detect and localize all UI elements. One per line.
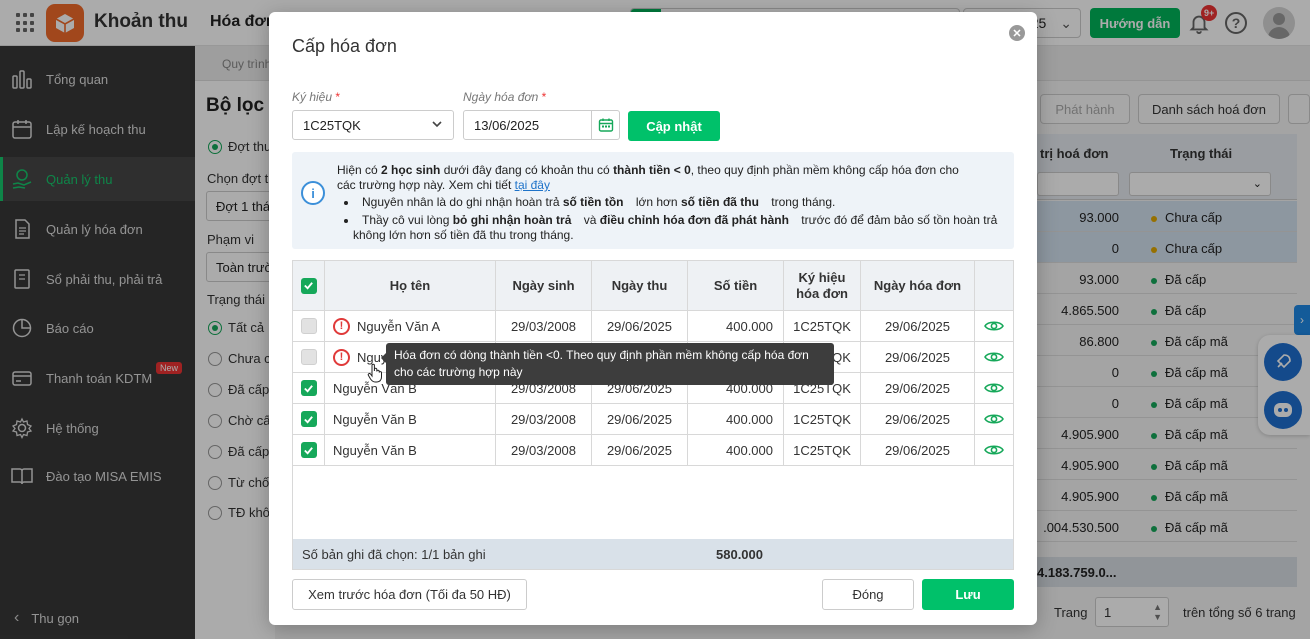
column-header: Ký hiệu hóa đơn [784, 261, 861, 310]
checkbox-cell [293, 311, 325, 341]
notice-line: các trường hợp này. Xem chi tiết tại đây [337, 178, 550, 192]
selected-count: Số bản ghi đã chọn: 1/1 bản ghi [302, 547, 486, 562]
symbol-cell: 1C25TQK [784, 435, 861, 465]
checkbox-cell [293, 404, 325, 434]
checkbox-cell [293, 342, 325, 372]
row-checkbox[interactable] [300, 442, 317, 458]
symbol-cell: 1C25TQK [784, 404, 861, 434]
checkbox-cell [293, 435, 325, 465]
dob-cell: 29/03/2008 [496, 311, 592, 341]
table-row[interactable]: Nguyễn Văn B 29/03/2008 29/06/2025 400.000 1… [293, 404, 1013, 435]
amount-cell: 400.000 [688, 435, 784, 465]
eye-icon[interactable] [975, 404, 1013, 434]
table-header: Họ tên Ngày sinh Ngày thu Số tiền Ký hiệ… [293, 261, 1013, 311]
name-cell: ! Nguyễn Văn A [325, 311, 496, 341]
amount-cell: 400.000 [688, 311, 784, 341]
warning-notice: i Hiện có 2 học sinh dưới đây đang có kh… [292, 152, 1014, 249]
column-header: Ngày thu [592, 261, 688, 310]
chevron-down-icon [431, 118, 443, 133]
paid-date-cell: 29/06/2025 [592, 404, 688, 434]
amount-cell: 400.000 [688, 404, 784, 434]
date-label: Ngày hóa đơn * [463, 90, 547, 104]
save-button[interactable]: Lưu [922, 579, 1014, 610]
invoice-date-cell: 29/06/2025 [861, 404, 975, 434]
calendar-icon[interactable] [591, 111, 619, 139]
table-row[interactable]: Nguyễn Văn B 29/03/2008 29/06/2025 400.000 1… [293, 435, 1013, 466]
student-name: Nguyễn Văn B [333, 411, 417, 427]
checkbox-cell [293, 373, 325, 403]
close-icon[interactable]: ✕ [1009, 25, 1025, 41]
notice-line: Hiện có 2 học sinh dưới đây đang có khoả… [337, 163, 959, 177]
column-header-actions [975, 261, 1013, 310]
row-checkbox[interactable] [300, 411, 317, 427]
dialog-title: Cấp hóa đơn [292, 36, 397, 56]
paid-date-cell: 29/06/2025 [592, 311, 688, 341]
student-table: Họ tên Ngày sinh Ngày thu Số tiền Ký hiệ… [292, 260, 1014, 570]
eye-icon[interactable] [975, 435, 1013, 465]
student-name: Nguyễn Văn B [333, 442, 417, 458]
row-checkbox[interactable] [300, 380, 317, 396]
name-cell: Nguyễn Văn B [325, 435, 496, 465]
info-icon: i [301, 181, 325, 205]
symbol-cell: 1C25TQK [784, 311, 861, 341]
hand-cursor-icon [367, 363, 382, 383]
eye-icon[interactable] [975, 373, 1013, 403]
invoice-date-cell: 29/06/2025 [861, 373, 975, 403]
row-checkbox[interactable] [300, 318, 317, 334]
symbol-select[interactable]: 1C25TQK [292, 110, 454, 140]
column-header: Số tiền [688, 261, 784, 310]
issue-invoice-dialog: Cấp hóa đơn ✕ Ký hiệu * Ngày hóa đơn * 1… [269, 12, 1037, 625]
column-header: Họ tên [325, 261, 496, 310]
close-button[interactable]: Đóng [822, 579, 914, 610]
table-footer: Số bản ghi đã chọn: 1/1 bản ghi 580.000 [293, 539, 1013, 569]
select-all-cell [293, 261, 325, 310]
notice-bullet: Nguyên nhân là do ghi nhận hoàn trả số t… [344, 195, 835, 209]
invoice-date-cell: 29/06/2025 [861, 311, 975, 341]
dob-cell: 29/03/2008 [496, 435, 592, 465]
name-cell: Nguyễn Văn B [325, 404, 496, 434]
warning-icon[interactable]: ! [333, 348, 350, 366]
eye-icon[interactable] [975, 342, 1013, 372]
preview-invoice-button[interactable]: Xem trước hóa đơn (Tối đa 50 HĐ) [292, 579, 527, 610]
warning-tooltip: Hóa đơn có dòng thành tiền <0. Theo quy … [381, 343, 834, 385]
column-header: Ngày sinh [496, 261, 592, 310]
column-header: Ngày hóa đơn [861, 261, 975, 310]
invoice-date-cell: 29/06/2025 [861, 435, 975, 465]
row-checkbox[interactable] [300, 349, 317, 365]
footer-total: 580.000 [716, 547, 763, 562]
student-name: Nguyễn Văn A [357, 318, 441, 334]
symbol-label: Ký hiệu * [292, 90, 341, 104]
select-all-checkbox[interactable] [300, 277, 317, 294]
dob-cell: 29/03/2008 [496, 404, 592, 434]
notice-line: không lớn hơn số tiền đã thu trong tháng… [353, 228, 574, 242]
paid-date-cell: 29/06/2025 [592, 435, 688, 465]
eye-icon[interactable] [975, 311, 1013, 341]
update-button[interactable]: Cập nhật [628, 111, 720, 141]
invoice-date-input[interactable]: 13/06/2025 [463, 110, 620, 140]
invoice-date-cell: 29/06/2025 [861, 342, 975, 372]
warning-icon[interactable]: ! [333, 317, 350, 335]
notice-bullet: Thầy cô vui lòng bỏ ghi nhận hoàn trả và… [344, 213, 997, 227]
table-row[interactable]: ! Nguyễn Văn A 29/03/2008 29/06/2025 400.000… [293, 311, 1013, 342]
details-link[interactable]: tại đây [515, 178, 550, 192]
